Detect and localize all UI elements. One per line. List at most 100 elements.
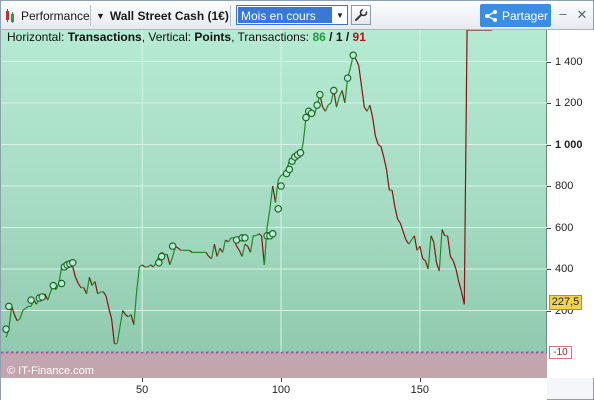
new-high-marker: [68, 259, 77, 267]
performance-button[interactable]: Performance: [5, 6, 90, 25]
series-segment: [397, 218, 401, 224]
series-segment: [108, 308, 113, 319]
series-segment: [363, 106, 368, 112]
series-segment: [205, 252, 210, 257]
y-axis[interactable]: [547, 30, 594, 378]
series-segment: [391, 190, 396, 207]
new-high-marker: [330, 86, 338, 95]
series-segment: [324, 104, 329, 112]
chart-icon: [6, 8, 14, 23]
series-segment: [266, 208, 271, 228]
series-segment: [441, 229, 446, 237]
series-segment: [355, 59, 360, 66]
series-segment: [166, 254, 171, 266]
x-tick-label: 150: [410, 384, 430, 396]
series-segment: [369, 104, 374, 118]
winning-trades: 86: [312, 30, 326, 44]
plot-area[interactable]: [1, 30, 547, 378]
period-select[interactable]: Mois en cours ▼: [236, 5, 348, 25]
count-separator: /: [325, 30, 336, 44]
toolbar-separator: [90, 5, 91, 26]
new-high-marker: [285, 165, 294, 174]
series-segment: [358, 65, 363, 87]
new-high-marker: [268, 229, 277, 238]
series-segment: [383, 156, 388, 170]
series-segment: [260, 235, 265, 265]
series-segment: [372, 117, 377, 137]
series-segment: [97, 291, 101, 295]
series-segment: [402, 231, 407, 241]
x-tick-label: 50: [136, 384, 149, 396]
series-segment: [322, 106, 326, 112]
series-segment: [255, 233, 260, 237]
count-separator: /: [342, 30, 353, 44]
current-value-badge: 227,5: [549, 295, 582, 310]
series-segment: [422, 258, 426, 262]
series-segment: [463, 30, 468, 305]
share-button[interactable]: Partager: [480, 4, 551, 27]
series-segment: [335, 96, 340, 108]
y-tick-mark: [547, 186, 551, 187]
transactions-prefix: , Transactions:: [231, 30, 313, 44]
chevron-down-icon[interactable]: ▼: [333, 6, 347, 24]
y-tick-label: 800: [555, 180, 574, 192]
instrument-selector[interactable]: ▼ Wall Street Cash (1€): [96, 6, 229, 25]
series-segment: [188, 249, 193, 253]
share-label: Partager: [502, 8, 549, 23]
series-segment: [366, 104, 371, 112]
performance-chart: [1, 30, 547, 378]
neutral-trades: 1: [335, 30, 343, 44]
series-segment: [216, 248, 221, 257]
y-tick-label: 400: [555, 263, 574, 275]
series-segment: [88, 277, 93, 286]
series-segment: [427, 235, 432, 270]
series-segment: [116, 327, 121, 344]
new-high-marker: [296, 149, 305, 157]
series-segment: [19, 310, 24, 319]
series-segment: [380, 146, 385, 158]
vertical-prefix: , Vertical:: [141, 30, 195, 44]
series-segment: [430, 235, 435, 243]
series-segment: [125, 314, 129, 318]
series-segment: [338, 90, 343, 98]
series-segment: [74, 277, 79, 284]
series-segment: [241, 243, 246, 257]
settings-button[interactable]: [351, 5, 371, 25]
series-segment: [47, 291, 52, 301]
series-segment: [244, 243, 249, 247]
new-high-marker: [349, 51, 357, 60]
series-segment: [455, 268, 460, 282]
y-tick-mark: [547, 310, 551, 312]
series-segment: [236, 245, 240, 251]
vertical-value: Points: [194, 30, 232, 44]
series-segment: [238, 250, 243, 257]
y-tick-mark: [547, 144, 551, 146]
y-tick-mark: [547, 227, 551, 229]
new-high-marker: [155, 259, 163, 267]
series-segment: [25, 305, 29, 309]
x-tick-label: 100: [271, 384, 291, 396]
series-segment: [458, 281, 463, 292]
close-button[interactable]: ✕: [575, 8, 589, 22]
app-window: Performance ▼ Wall Street Cash (1€) Mois…: [0, 0, 594, 400]
new-high-marker: [2, 325, 10, 333]
y-tick-mark: [547, 269, 551, 270]
series-segment: [452, 260, 457, 270]
minimize-button[interactable]: –: [557, 7, 569, 22]
new-high-marker: [49, 281, 58, 290]
new-high-marker: [302, 113, 310, 122]
series-segment: [405, 239, 410, 245]
y-tick-label: 1 400: [555, 55, 583, 68]
series-segment: [274, 179, 279, 203]
series-segment: [210, 243, 215, 259]
new-high-marker: [316, 90, 324, 99]
series-segment: [72, 266, 77, 278]
series-segment: [177, 247, 182, 251]
new-high-marker: [241, 234, 249, 242]
new-high-marker: [5, 302, 13, 311]
new-high-marker: [307, 109, 316, 118]
x-tick-mark: [142, 378, 144, 382]
series-segment: [119, 310, 124, 328]
series-segment: [135, 266, 140, 292]
new-high-marker: [274, 205, 282, 213]
